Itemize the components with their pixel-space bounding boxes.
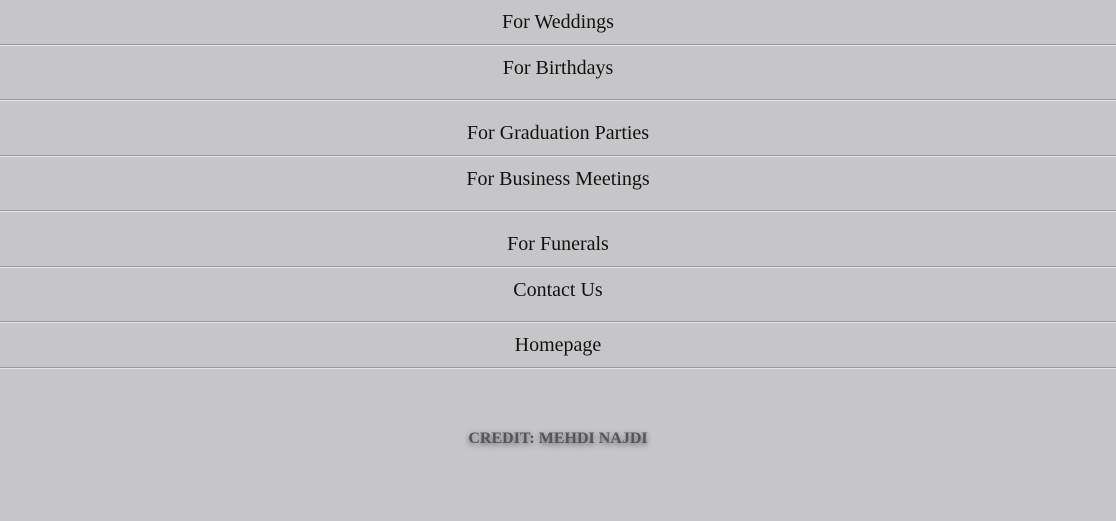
nav-item-contact-us[interactable]: Contact Us bbox=[0, 278, 1116, 302]
divider bbox=[0, 155, 1116, 157]
nav-item-weddings[interactable]: For Weddings bbox=[0, 10, 1116, 34]
divider bbox=[0, 99, 1116, 101]
divider bbox=[0, 210, 1116, 212]
nav-item-birthdays[interactable]: For Birthdays bbox=[0, 56, 1116, 80]
divider bbox=[0, 266, 1116, 268]
divider bbox=[0, 44, 1116, 46]
credit-text: CREDIT: MEHDI NAJDI bbox=[468, 430, 648, 447]
divider bbox=[0, 321, 1116, 323]
nav-item-homepage[interactable]: Homepage bbox=[0, 333, 1116, 357]
nav-item-funerals[interactable]: For Funerals bbox=[0, 232, 1116, 256]
nav-item-graduation-parties[interactable]: For Graduation Parties bbox=[0, 121, 1116, 145]
divider bbox=[0, 367, 1116, 369]
nav-item-business-meetings[interactable]: For Business Meetings bbox=[0, 167, 1116, 191]
